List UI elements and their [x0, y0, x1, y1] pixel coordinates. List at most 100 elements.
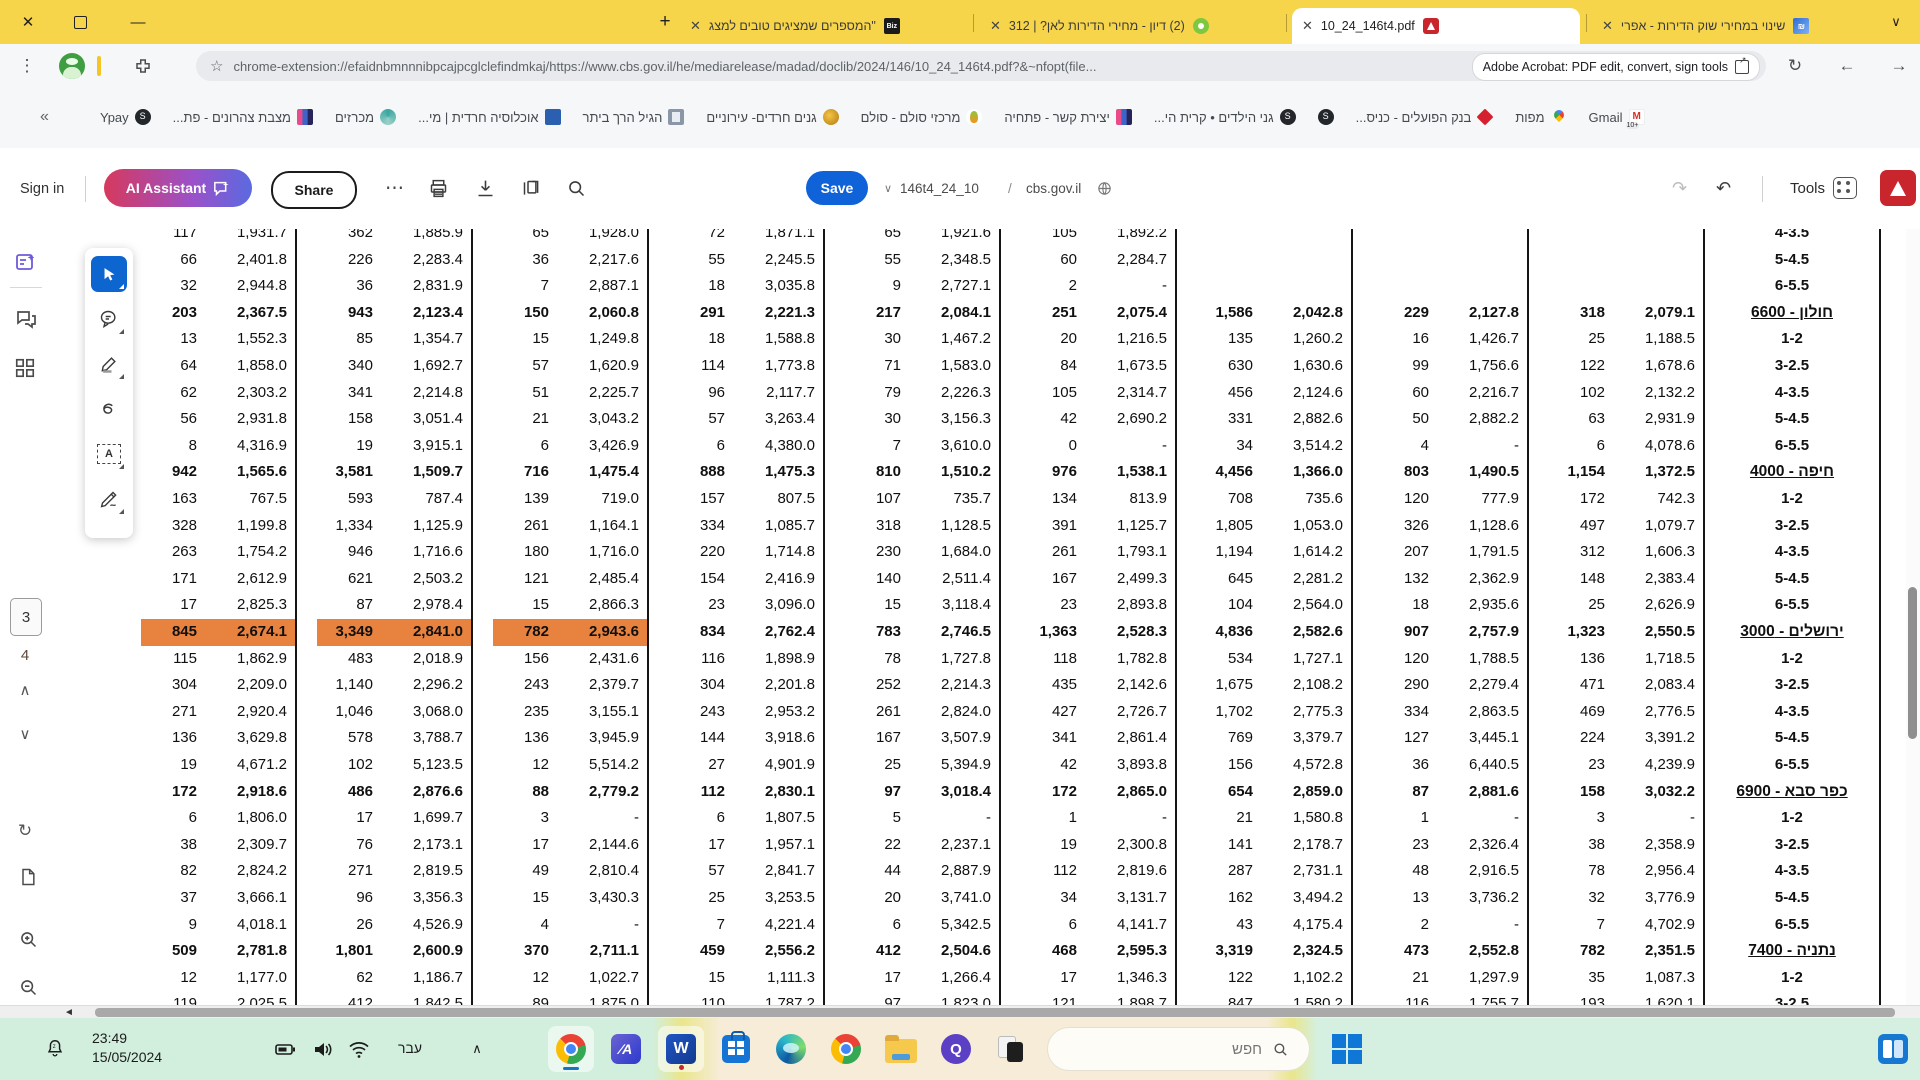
divider [10, 287, 42, 288]
bookmark-item[interactable]: Ypay [100, 109, 151, 125]
photos-app-app-button[interactable] [988, 1026, 1034, 1072]
undo-icon[interactable]: ↶ [1716, 148, 1731, 229]
save-button[interactable]: Save [806, 171, 868, 205]
window-minimize-button[interactable]: — [118, 0, 158, 44]
redo-icon[interactable]: ↷ [1672, 148, 1687, 229]
tab-search-chevron-icon[interactable]: ∨ [1876, 0, 1916, 44]
fit-page-icon[interactable] [18, 867, 38, 887]
chrome-app-button[interactable] [548, 1026, 594, 1072]
taskbar-clock[interactable]: 23:49 15/05/2024 [92, 1029, 162, 1067]
tab-inactive[interactable]: ✕"המספרים שמציגים טובים למצגBiz [680, 8, 967, 44]
tab-close-icon[interactable]: ✕ [1302, 18, 1313, 34]
pdf-page-view[interactable]: 1171,931.73621,885.9651,928.0721,871.165… [0, 229, 1920, 1005]
vertical-scrollbar[interactable] [1906, 229, 1920, 1005]
next-page-number[interactable]: 4 [10, 647, 40, 664]
download-button[interactable] [475, 148, 496, 229]
comment-tool-button[interactable] [91, 301, 127, 337]
bookmark-item[interactable]: הגיל הרך ביתר [583, 109, 685, 125]
document-source[interactable]: cbs.gov.il [1026, 148, 1081, 229]
ms-store-app-button[interactable] [713, 1026, 759, 1072]
notification-bell-dnd-icon[interactable]: z [40, 1034, 70, 1064]
find-text-button[interactable] [566, 148, 587, 229]
highlight-tool-button[interactable] [91, 346, 127, 382]
task-view-button[interactable] [1878, 1034, 1908, 1064]
window-close-button[interactable]: ✕ [8, 0, 48, 44]
doc-name-chevron-icon[interactable]: ∨ [884, 148, 892, 229]
wifi-icon[interactable] [344, 1034, 374, 1064]
bookmark-item[interactable]: אוכלוסיה חרדית | מי... [418, 109, 560, 125]
sign-in-button[interactable]: Sign in [20, 148, 64, 229]
deals-count: 6 [825, 912, 901, 939]
browser-menu-kebab-icon[interactable]: ⋮ [14, 44, 40, 88]
keyboard-language-indicator[interactable]: עבר [398, 1040, 422, 1056]
volume-icon[interactable] [308, 1034, 338, 1064]
table-row: 3042,209.01,1402,296.22432,379.73042,201… [121, 672, 1881, 699]
address-bar[interactable]: ☆ chrome-extension://efaidnbmnnnibpcajpc… [196, 51, 1766, 81]
url-text[interactable]: chrome-extension://efaidnbmnnnibpcajpcgl… [233, 59, 1096, 74]
bookmark-item[interactable]: יצירת קשר - פתחיה [1004, 109, 1131, 125]
tab-close-icon[interactable]: ✕ [1602, 18, 1613, 34]
bookmark-star-icon[interactable]: ☆ [210, 57, 223, 75]
battery-icon[interactable] [270, 1034, 300, 1064]
deals-count: 7 [473, 273, 549, 300]
select-tool-button[interactable] [91, 256, 127, 292]
bookmarks-overflow-chevron[interactable]: « [40, 108, 49, 126]
forward-icon[interactable]: → [1884, 44, 1914, 88]
bookmark-item[interactable] [1318, 109, 1334, 125]
tab-active[interactable]: ✕10_24_146t4.pdf [1292, 8, 1580, 44]
print-button[interactable] [428, 148, 449, 229]
scroll-left-arrow-icon[interactable]: ◄ [64, 1007, 74, 1018]
current-page-indicator[interactable]: 3 [10, 598, 42, 636]
bookmark-item[interactable]: Gmail10+ [1589, 109, 1645, 125]
bookmark-item[interactable]: מרכזי סולם - סולם [861, 109, 983, 125]
text-box-tool-button[interactable]: A [91, 436, 127, 472]
next-page-chevron-icon[interactable]: ∨ [10, 725, 40, 743]
profile-avatar[interactable] [56, 44, 88, 88]
fill-sign-tool-button[interactable] [91, 481, 127, 517]
start-button[interactable] [1332, 1034, 1362, 1064]
hidden-icons-chevron[interactable]: ∧ [462, 1034, 492, 1064]
chrome2-app-button[interactable] [823, 1026, 869, 1072]
taskbar-search-box[interactable]: חפש [1047, 1027, 1310, 1071]
back-icon[interactable]: ← [1832, 44, 1862, 88]
bookmark-item[interactable]: גנים חרדים- עירוניים [706, 109, 838, 125]
tab-close-icon[interactable]: ✕ [690, 18, 701, 34]
bookmark-item[interactable]: גני הילדים • קרית הי... [1154, 109, 1296, 125]
new-tab-button[interactable]: + [645, 0, 685, 44]
tab-inactive[interactable]: ✕(2) דיון - מחירי הדירות לאן? | 312 [980, 8, 1280, 44]
bookmark-item[interactable]: מצבת צהרונים - פת... [173, 109, 313, 125]
bookmark-item[interactable]: מכרזים [335, 109, 396, 125]
adobe-acrobat-logo[interactable] [1880, 170, 1916, 206]
share-button[interactable]: Share [271, 171, 357, 209]
zoom-out-icon[interactable] [18, 977, 39, 998]
reload-icon[interactable]: ↻ [1780, 44, 1810, 88]
horizontal-scrollbar-thumb[interactable] [95, 1008, 1895, 1017]
previous-page-chevron-icon[interactable]: ∧ [10, 681, 40, 699]
monday-app-button[interactable]: ∕A [603, 1026, 649, 1072]
bookmark-item[interactable]: מפות [1515, 109, 1566, 125]
purple-app-app-button[interactable]: Q [933, 1026, 979, 1072]
acrobat-extension-chip[interactable]: Adobe Acrobat: PDF edit, convert, sign t… [1472, 53, 1760, 81]
window-restore-button[interactable] [60, 0, 100, 44]
draw-tool-button[interactable] [91, 391, 127, 427]
ai-assistant-button[interactable]: AI Assistant [104, 169, 252, 207]
word-app-button[interactable]: W [658, 1026, 704, 1072]
tab-inactive[interactable]: ✕שינוי במחירי שוק הדירות - אפרי₪ [1592, 8, 1873, 44]
extensions-icon[interactable] [128, 44, 158, 88]
search-icon [566, 178, 587, 199]
vertical-scrollbar-thumb[interactable] [1908, 587, 1917, 739]
edge-app-button[interactable] [768, 1026, 814, 1072]
page-thumbnails-panel-icon[interactable] [14, 357, 36, 379]
tab-close-icon[interactable]: ✕ [990, 18, 1001, 34]
more-options-button[interactable]: ⋯ [385, 148, 404, 229]
file-explorer-app-button[interactable] [878, 1026, 924, 1072]
horizontal-scrollbar[interactable]: ◄ [0, 1005, 1920, 1019]
organize-pages-button[interactable] [521, 148, 542, 229]
ai-assistant-panel-icon[interactable] [14, 251, 38, 275]
comments-panel-icon[interactable] [14, 307, 38, 331]
zoom-in-icon[interactable] [18, 929, 39, 950]
tools-button[interactable]: Tools [1790, 172, 1857, 204]
document-name[interactable]: 146t4_24_10 [900, 148, 979, 229]
bookmark-item[interactable]: בנק הפועלים - כניס... [1356, 109, 1494, 125]
rotate-refresh-icon[interactable]: ↻ [10, 821, 40, 841]
